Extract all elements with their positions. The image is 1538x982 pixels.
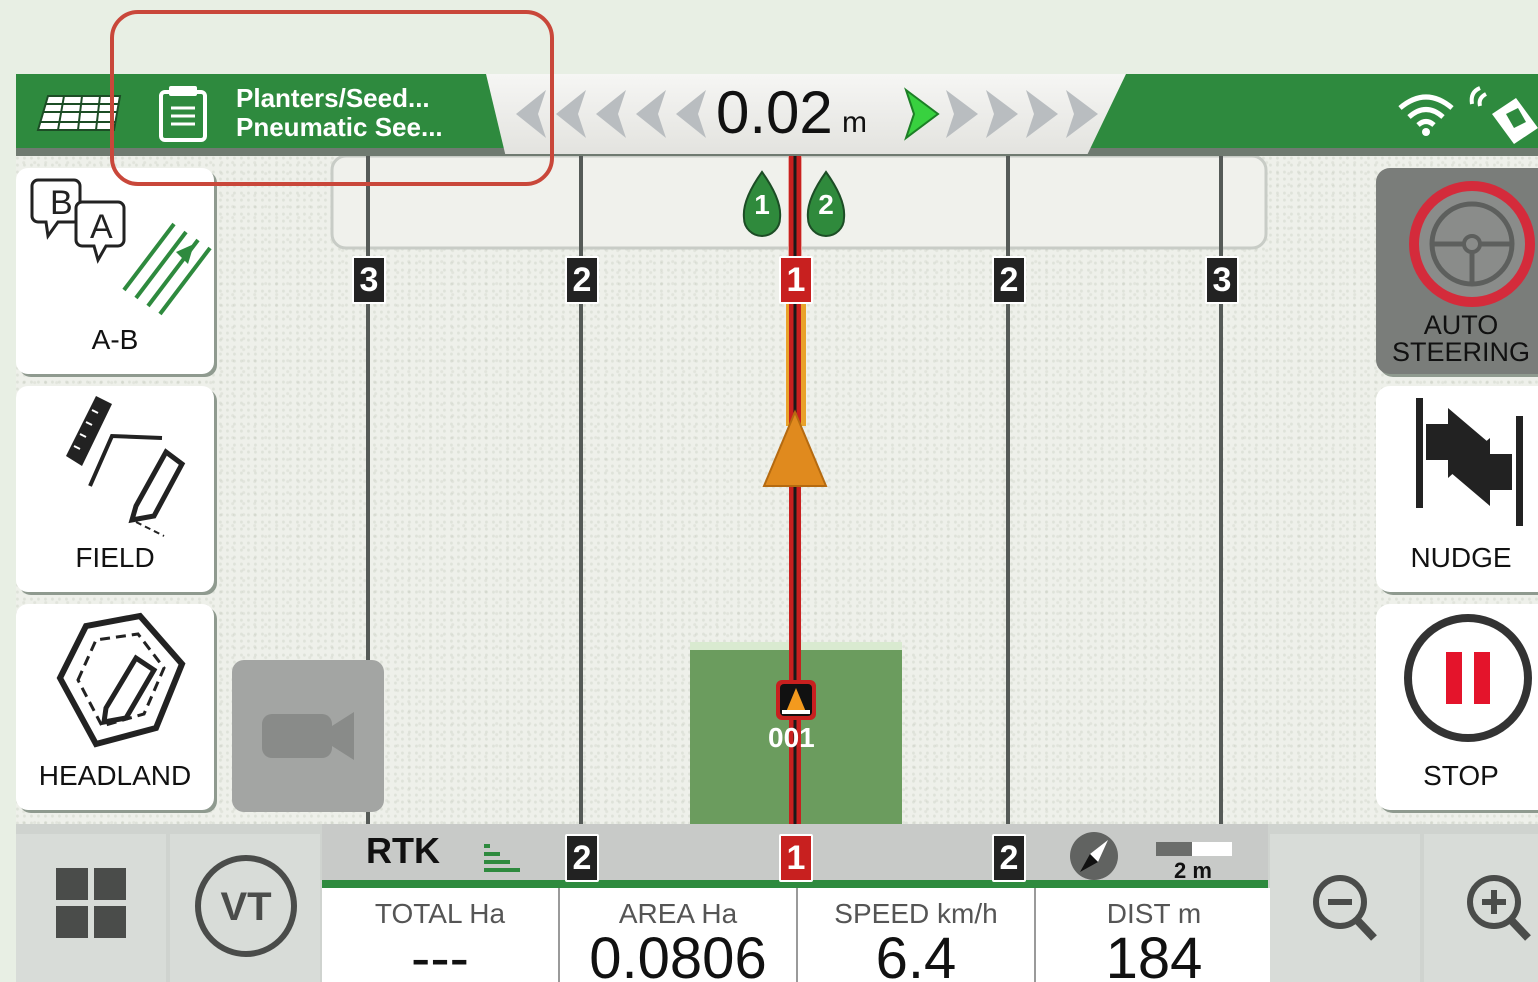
zoom-in-icon — [1467, 875, 1531, 941]
field-button[interactable]: FIELD — [16, 386, 214, 592]
vt-button[interactable]: VT — [170, 834, 320, 982]
zoom-out-button[interactable] — [1270, 834, 1420, 982]
lane-label-left-3: 3 — [352, 256, 386, 304]
gps-satellite-icon — [1469, 86, 1538, 144]
headland-label: HEADLAND — [38, 760, 192, 791]
zoom-in-button[interactable] — [1424, 834, 1538, 982]
stat-area: AREA Ha 0.0806 — [560, 888, 798, 982]
lane-label-right-3: 3 — [1205, 256, 1239, 304]
map-scale-bar — [1156, 842, 1232, 856]
headland-icon — [56, 612, 186, 748]
seed-section-2: 2 — [806, 170, 846, 237]
zoom-out-icon — [1313, 875, 1377, 941]
stat-distance-value: 184 — [1105, 926, 1203, 982]
stat-distance: DIST m 184 — [1036, 888, 1274, 982]
bottom-lane-current: 1 — [779, 834, 813, 882]
map-scale-label: 2 m — [1174, 858, 1212, 883]
nudge-label: NUDGE — [1410, 542, 1512, 573]
ab-letter-a: A — [90, 208, 113, 246]
ab-line-label: A-B — [91, 324, 139, 355]
auto-steering-label: AUTO STEERING — [1376, 312, 1538, 366]
bottom-lane-right-2: 2 — [992, 834, 1026, 882]
section-id: 001 — [768, 722, 815, 753]
stop-label: STOP — [1423, 760, 1499, 791]
apps-grid-icon — [56, 868, 126, 938]
stat-area-value: 0.0806 — [589, 926, 767, 982]
vt-label: VT — [220, 885, 271, 929]
auto-steering-button[interactable]: AUTO STEERING — [1376, 168, 1538, 374]
lane-label-current: 1 — [779, 256, 813, 304]
seed-section-1: 1 — [742, 170, 782, 237]
stat-total-area-value: --- — [411, 926, 469, 982]
stat-total-area: TOTAL Ha --- — [322, 888, 560, 982]
ab-letter-b: B — [50, 184, 73, 222]
headland-button[interactable]: HEADLAND — [16, 604, 214, 810]
camera-button[interactable] — [232, 660, 384, 812]
steering-wheel-icon — [1409, 181, 1535, 307]
field-label: FIELD — [75, 542, 155, 573]
ab-line-button[interactable]: B A A-B — [16, 168, 214, 374]
bottom-lane-left-2: 2 — [565, 834, 599, 882]
compass-icon[interactable] — [1066, 830, 1126, 880]
stat-speed: SPEED km/h 6.4 — [798, 888, 1036, 982]
stop-button[interactable]: STOP — [1376, 604, 1538, 810]
lane-label-left-2: 2 — [565, 256, 599, 304]
seed-section-2-label: 2 — [818, 189, 834, 220]
lane-label-right-2: 2 — [992, 256, 1026, 304]
signal-bars-icon — [484, 844, 520, 872]
highlight-box — [110, 10, 554, 186]
nudge-button[interactable]: NUDGE — [1376, 386, 1538, 592]
camera-icon — [262, 712, 354, 760]
pause-icon — [1404, 614, 1532, 742]
cross-track-value: 0.02 — [716, 79, 833, 146]
guidance-screen: Planters/Seed... Pneumatic See... 0.02 m — [16, 74, 1538, 982]
seed-section-1-label: 1 — [754, 189, 770, 220]
apps-menu-button[interactable] — [16, 834, 166, 982]
auto-steering-label-line1: AUTO — [1423, 310, 1499, 340]
ab-line-icon: B A — [30, 178, 212, 316]
rtk-label: RTK — [366, 830, 440, 871]
vt-icon: VT — [195, 855, 297, 957]
nudge-icon — [1416, 398, 1523, 526]
auto-steering-label-line2: STEERING — [1391, 337, 1531, 367]
field-grid-icon[interactable] — [32, 92, 122, 132]
wifi-icon — [1398, 94, 1454, 136]
stat-speed-value: 6.4 — [875, 926, 957, 982]
cross-track-unit: m — [842, 106, 867, 139]
field-edit-icon — [66, 396, 186, 537]
